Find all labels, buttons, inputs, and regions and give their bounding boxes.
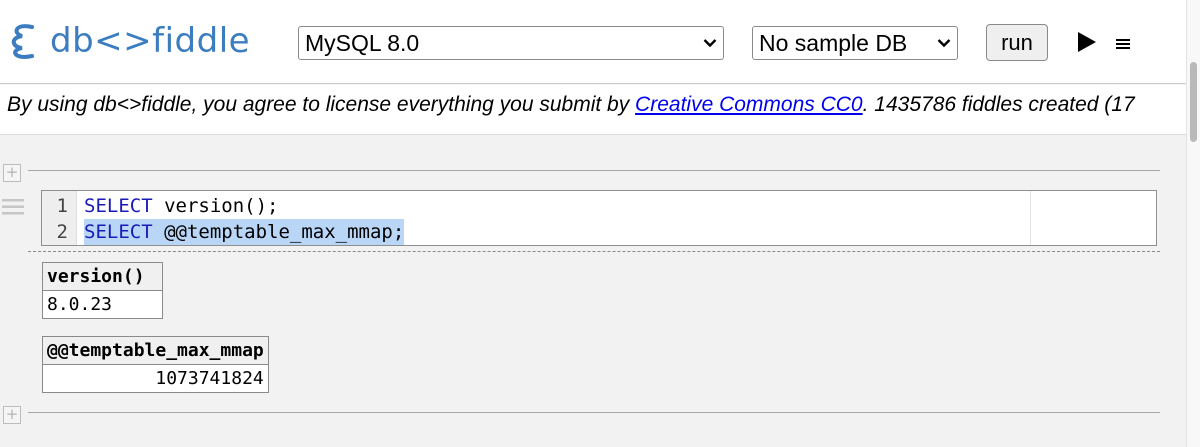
result-table-temptable-max-mmap: @@temptable_max_mmap 1073741824 [42,336,269,393]
column-header: version() [42,262,163,291]
logo[interactable]: db<>fiddle [6,16,250,66]
license-notice: By using db<>fiddle, you agree to licens… [0,85,1186,135]
sql-keyword: SELECT [84,221,153,243]
editor-resize-divider[interactable] [28,251,1160,252]
logo-icon [11,24,34,59]
divider-top [28,170,1160,171]
editor-line-selected[interactable]: 2 SELECT @@temptable_max_mmap; [42,219,1156,245]
expand-top-icon[interactable]: + [3,164,21,182]
sample-db-select-value: No sample DB [759,29,908,56]
line-number: 1 [56,195,68,217]
run-button[interactable]: run [986,24,1048,61]
code-text: SELECT @@temptable_max_mmap; [84,219,405,245]
code-rest: version(); [152,195,279,217]
cc0-license-link[interactable]: Creative Commons CC0 [635,93,863,116]
hamburger-menu-icon[interactable] [1116,38,1130,50]
chevron-down-icon [937,39,951,48]
code-text: SELECT version(); [84,193,278,219]
scrollbar-thumb[interactable] [1190,62,1197,142]
result-table-version: version() 8.0.23 [42,262,163,319]
editor-line[interactable]: 1 SELECT version(); [42,193,1156,219]
play-icon[interactable] [1075,31,1097,53]
column-header: @@temptable_max_mmap [42,336,269,365]
database-select[interactable]: MySQL 8.0 [298,26,724,60]
result-cell: 1073741824 [42,364,269,393]
sql-editor[interactable]: 1 SELECT version(); 2 SELECT @@temptable… [41,190,1157,246]
line-number: 2 [56,221,68,243]
drag-handle-icon[interactable] [2,197,24,217]
fiddle-count-text: . 1435786 fiddles created (17 [862,93,1135,116]
result-cell: 8.0.23 [42,290,163,319]
page: db<>fiddle MySQL 8.0 No sample DB run By… [0,0,1200,447]
divider-bottom [28,412,1160,413]
editor-right-divider [1030,191,1031,245]
logo-text: db<>fiddle [50,21,251,61]
expand-bottom-icon[interactable]: + [3,406,21,424]
sample-db-select[interactable]: No sample DB [752,26,958,60]
code-rest: @@temptable_max_mmap; [152,221,405,243]
license-prefix: By using db<>fiddle, you agree to licens… [7,93,636,116]
database-select-value: MySQL 8.0 [305,29,420,56]
vertical-scrollbar[interactable] [1186,0,1200,447]
chevron-down-icon [703,39,717,48]
header-bar: db<>fiddle MySQL 8.0 No sample DB run [0,0,1186,84]
sql-keyword: SELECT [84,195,153,217]
